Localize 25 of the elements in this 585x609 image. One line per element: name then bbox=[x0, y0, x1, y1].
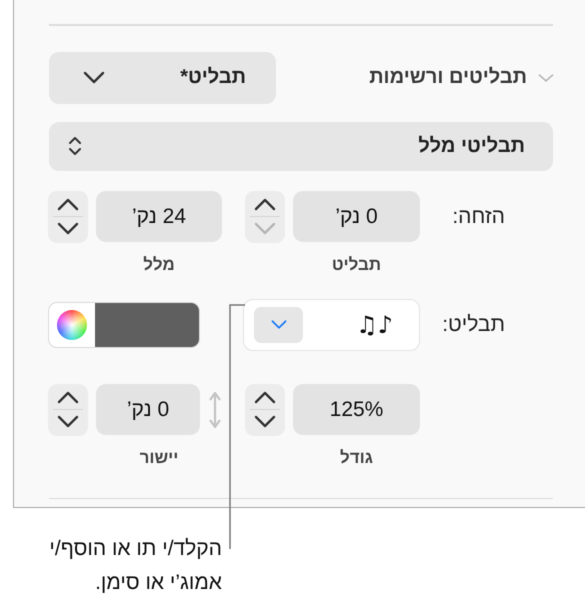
bullet-field[interactable]: ♫♪ bbox=[243, 298, 420, 350]
field-caption: יישור bbox=[138, 446, 180, 468]
color-well[interactable] bbox=[48, 302, 200, 348]
up-down-chevron-icon bbox=[67, 134, 83, 158]
stepper[interactable] bbox=[48, 384, 88, 436]
list-style-popup[interactable]: תבליטי מלל bbox=[49, 122, 553, 170]
number-field[interactable]: 125% bbox=[293, 384, 420, 435]
number-field[interactable]: 0 נק’ bbox=[293, 191, 420, 242]
chevron-down-icon bbox=[270, 318, 286, 331]
stepper[interactable] bbox=[48, 190, 88, 242]
stepper[interactable] bbox=[245, 190, 285, 242]
style-popup[interactable]: תבליט* bbox=[49, 52, 276, 104]
stepper[interactable] bbox=[245, 384, 285, 436]
color-swatch[interactable] bbox=[95, 302, 199, 346]
field-caption: תבליט bbox=[330, 254, 382, 274]
color-wheel-icon[interactable] bbox=[57, 310, 87, 340]
bullet-label: תבליט: bbox=[441, 312, 506, 336]
indent-label: הזחה: bbox=[451, 204, 506, 228]
callout-text: אמוג’י או סימן. bbox=[94, 570, 222, 596]
field-caption: מלל bbox=[142, 254, 176, 274]
callout-text: הקלד/י תו או הוסף/י bbox=[49, 536, 222, 562]
section-title: תבליטים ורשימות bbox=[369, 66, 527, 89]
field-caption: גודל bbox=[339, 446, 374, 468]
number-field[interactable]: 24 נק’ bbox=[96, 191, 222, 242]
number-field[interactable]: 0 נק’ bbox=[96, 384, 200, 435]
